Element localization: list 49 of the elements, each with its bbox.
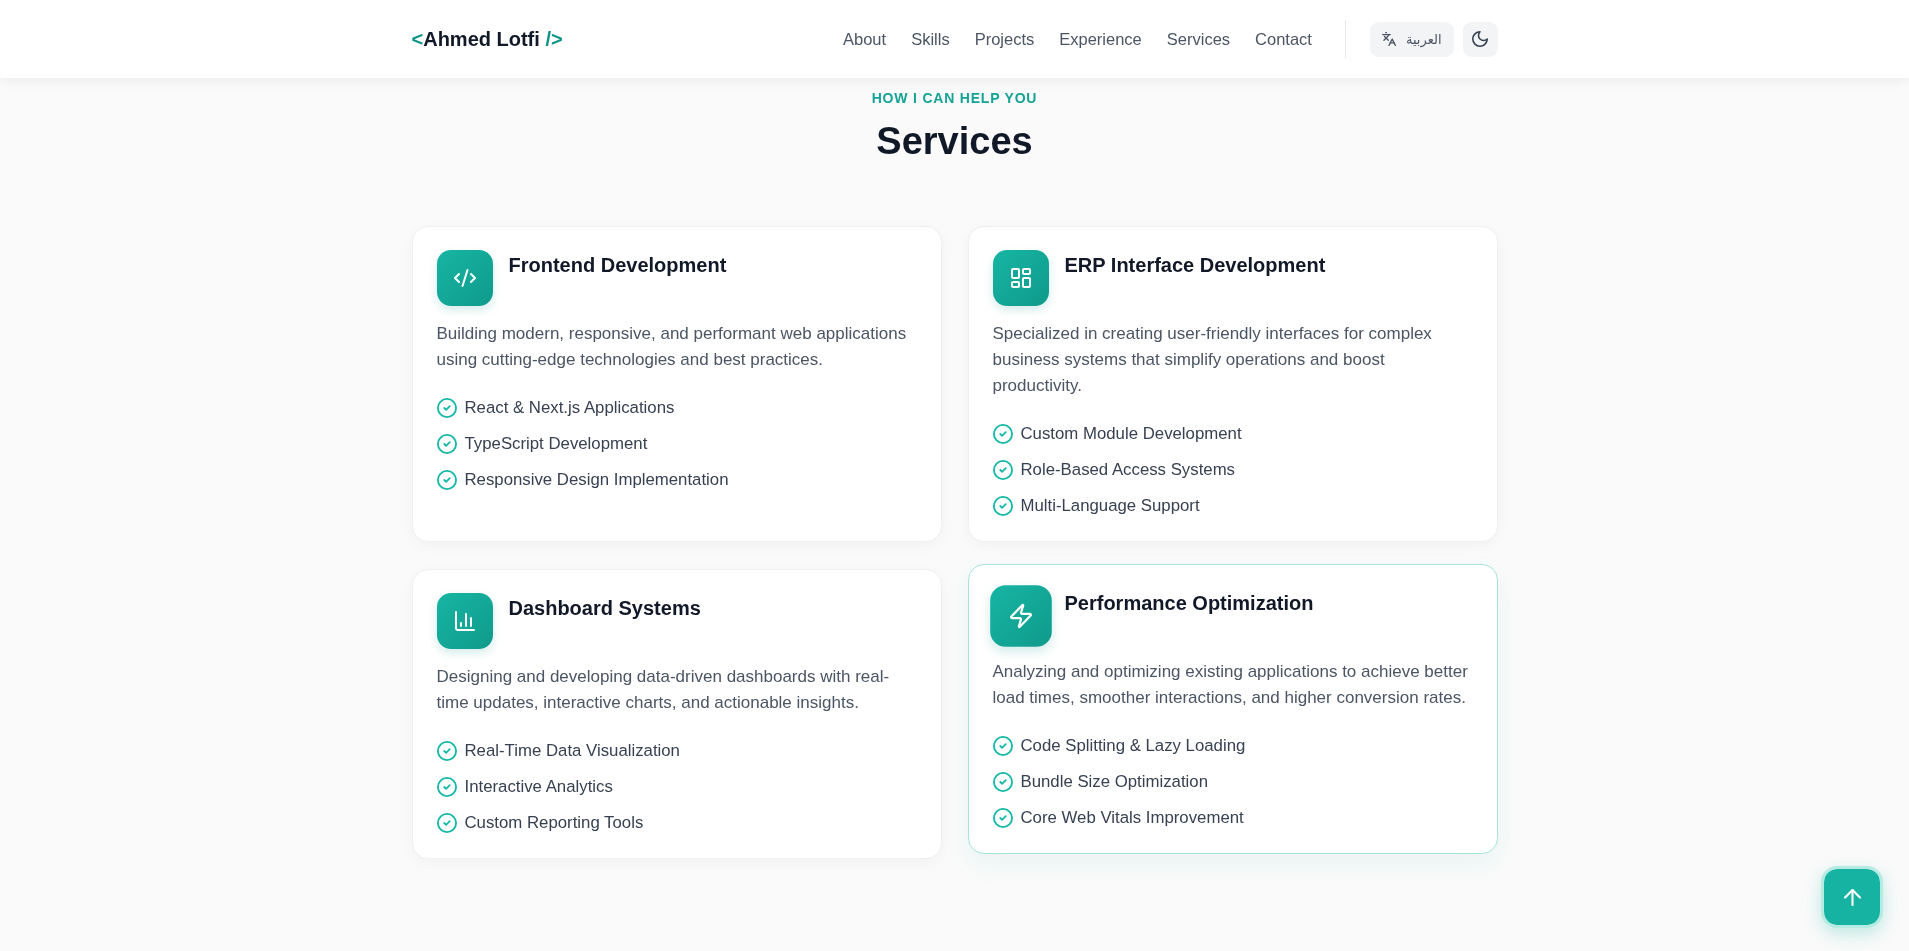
check-circle-icon [992, 460, 1013, 480]
layout-grid-icon [992, 250, 1049, 306]
language-button[interactable]: العربية [1369, 21, 1454, 57]
feature-text: Real-Time Data Visualization [464, 740, 680, 762]
service-title: ERP Interface Development [1064, 253, 1326, 278]
feature-text: Core Web Vitals Improvement [1020, 807, 1244, 829]
service-description: Building modern, responsive, and performant web applications using cutting-edge technologies and best practices. [436, 323, 908, 371]
nav-link[interactable]: Experience [1059, 29, 1142, 49]
check-circle-icon [992, 772, 1013, 792]
check-circle-icon [992, 424, 1013, 444]
feature-text: Custom Module Development [1020, 423, 1242, 445]
nav-link[interactable]: Skills [911, 29, 950, 49]
nav-link[interactable]: Services [1166, 29, 1231, 49]
check-circle-icon [436, 470, 457, 490]
feature-text: Role-Based Access Systems [1020, 459, 1235, 481]
feature-text: Responsive Design Implementation [464, 469, 729, 491]
moon-icon [1472, 31, 1488, 47]
service-title: Performance Optimization [1064, 591, 1314, 616]
check-circle-icon [436, 434, 457, 454]
check-circle-icon [992, 736, 1013, 756]
nav-link[interactable]: Contact [1255, 29, 1312, 49]
section-title: Services [875, 119, 1034, 164]
service-description: Analyzing and optimizing existing applications to achieve better load times, smoother interactions, and higher conversion rates. [992, 661, 1469, 709]
feature-text: Multi-Language Support [1020, 495, 1200, 517]
logo-link[interactable]: <Ahmed Lotfi /> [411, 27, 563, 51]
feature-text: TypeScript Development [464, 433, 648, 455]
nav-link[interactable]: Projects [974, 29, 1035, 49]
service-description: Designing and developing data-driven dashboards with real-time updates, interactive charts, and actionable insights. [436, 666, 891, 714]
section-eyebrow: HOW I CAN HELP YOU [870, 89, 1039, 108]
service-description: Specialized in creating user-friendly interfaces for complex business systems that simplify operations and boost productivity. [992, 323, 1433, 397]
feature-text: Code Splitting & Lazy Loading [1020, 735, 1246, 757]
feature-text: React & Next.js Applications [464, 397, 675, 419]
check-circle-icon [436, 398, 457, 418]
nav-link[interactable]: About [843, 29, 887, 49]
check-circle-icon [992, 808, 1013, 828]
feature-text: Custom Reporting Tools [464, 812, 644, 834]
feature-text: Bundle Size Optimization [1020, 771, 1208, 793]
lightning-icon [989, 585, 1052, 647]
service-title: Frontend Development [508, 253, 727, 278]
bar-chart-icon [436, 593, 493, 649]
feature-text: Interactive Analytics [464, 776, 613, 798]
theme-toggle-button[interactable] [1462, 21, 1498, 57]
check-circle-icon [436, 741, 457, 761]
check-circle-icon [992, 496, 1013, 516]
translate-icon [1381, 32, 1396, 46]
check-circle-icon [436, 813, 457, 833]
check-circle-icon [436, 777, 457, 797]
service-title: Dashboard Systems [508, 596, 701, 621]
code-icon [436, 250, 493, 306]
